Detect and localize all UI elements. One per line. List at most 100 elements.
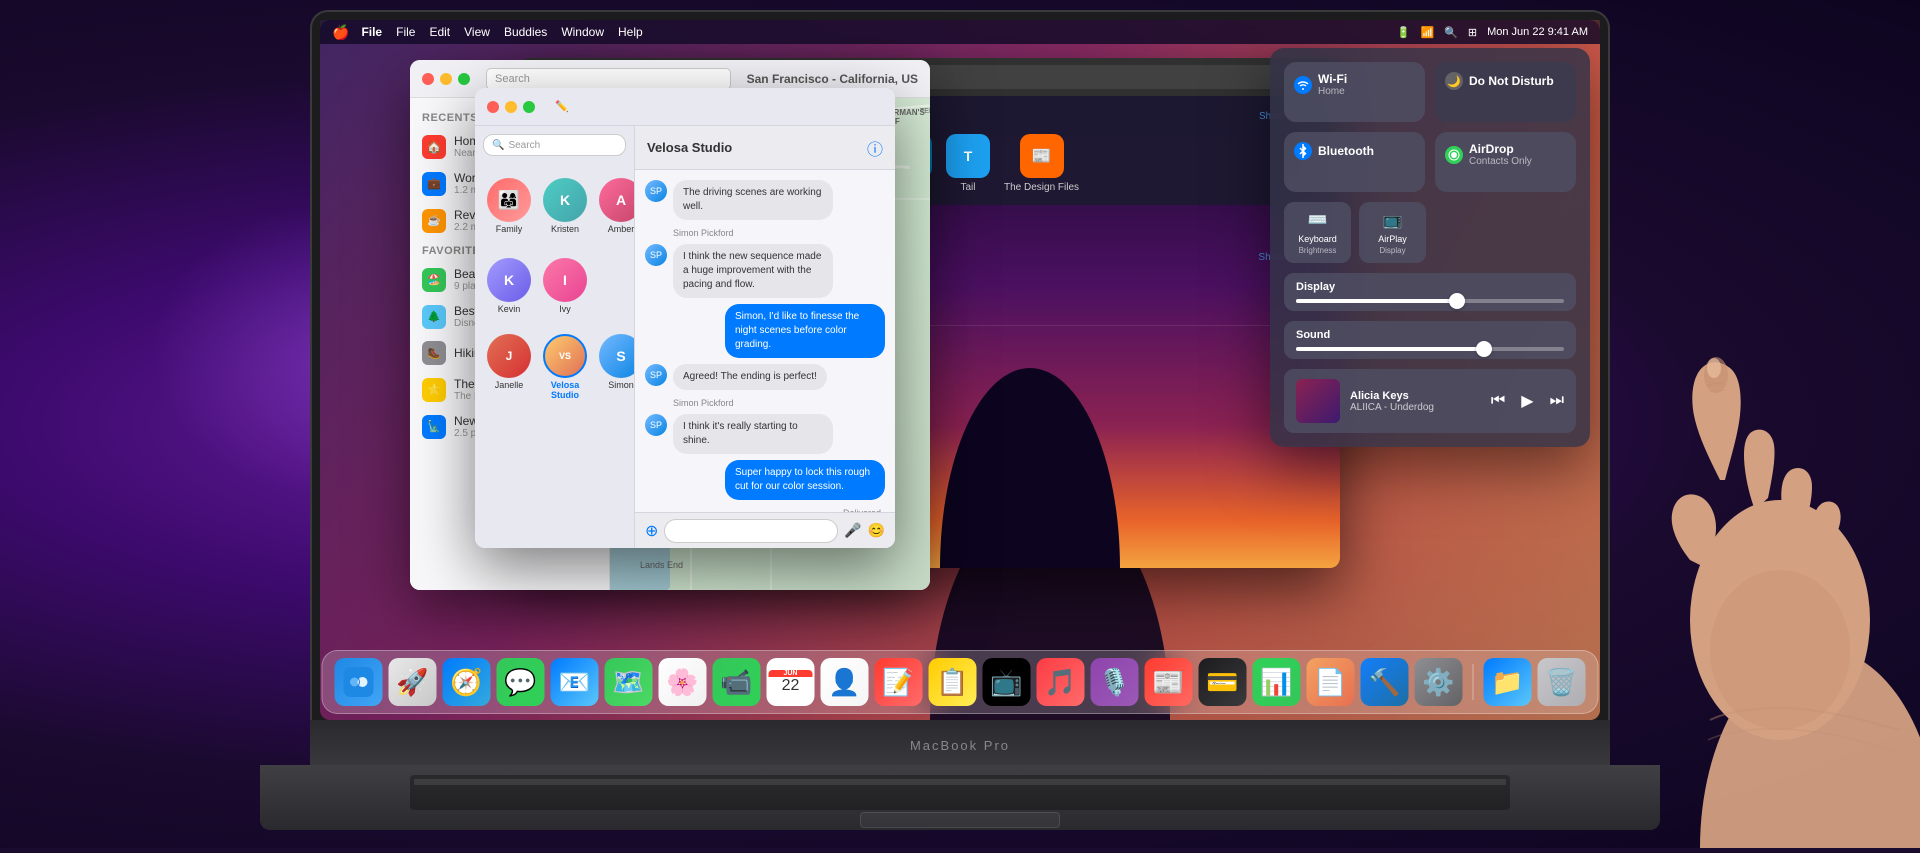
cc-play-button[interactable]: ▶ — [1521, 391, 1533, 411]
chat-msg-5: SP I think it's really starting to shine… — [645, 414, 885, 454]
contact-kristen[interactable]: K Kristen — [537, 172, 593, 240]
keyboard-keys — [410, 775, 1510, 789]
cc-display-thumb[interactable] — [1449, 293, 1465, 309]
key-row-1 — [414, 779, 1506, 785]
dock-wallet[interactable]: 💳 — [1199, 658, 1247, 706]
calendar-day: 22 — [782, 677, 800, 695]
dock-music[interactable]: 🎵 — [1037, 658, 1085, 706]
menu-view[interactable]: View — [464, 25, 490, 39]
screen-bezel: 🍎 File File Edit View Buddies Window Hel… — [310, 10, 1610, 730]
dock-pages[interactable]: 📄 — [1307, 658, 1355, 706]
chat-bubble-2: I think the new sequence made a huge imp… — [673, 244, 833, 298]
menu-messages[interactable]: File — [361, 25, 382, 39]
dock-safari[interactable]: 🧭 — [443, 658, 491, 706]
contact-simon[interactable]: S Simon — [593, 328, 635, 406]
chat-contact-name: Velosa Studio — [647, 140, 859, 155]
cc-display-label: Display — [1296, 281, 1564, 293]
messages-minimize[interactable] — [505, 101, 517, 113]
close-button[interactable] — [422, 73, 434, 85]
fav-design-files[interactable]: 📰 The Design Files — [1004, 134, 1079, 193]
messages-compose-icon[interactable]: ✏️ — [555, 100, 569, 113]
menu-edit[interactable]: Edit — [429, 25, 450, 39]
contact-janelle[interactable]: J Janelle — [481, 328, 537, 406]
cc-wifi-tile[interactable]: Wi-Fi Home — [1284, 62, 1425, 122]
chat-msg-4: SP Agreed! The ending is perfect! — [645, 364, 885, 390]
maps-search-bar[interactable]: Search — [486, 68, 731, 90]
cc-bluetooth-tile[interactable]: Bluetooth — [1284, 132, 1425, 192]
cc-now-playing: Alicia Keys ALIICA - Underdog ⏮ ▶ ⏭ — [1284, 369, 1576, 433]
dock-appletv[interactable]: 📺 — [983, 658, 1031, 706]
cc-dnd-icon: 🌙 — [1445, 72, 1463, 90]
dock-xcode[interactable]: 🔨 — [1361, 658, 1409, 706]
dock-mail[interactable]: 📧 — [551, 658, 599, 706]
cc-display-slider[interactable] — [1296, 299, 1564, 303]
dock-numbers[interactable]: 📊 — [1253, 658, 1301, 706]
menu-window[interactable]: Window — [561, 25, 604, 39]
cc-dnd-tile[interactable]: 🌙 Do Not Disturb — [1435, 62, 1576, 122]
control-center[interactable]: Wi-Fi Home 🌙 Do Not Disturb — [1270, 48, 1590, 447]
chat-info-button[interactable]: ⓘ — [867, 136, 883, 160]
search-icon[interactable]: 🔍 — [1444, 26, 1458, 39]
contacts-row-3: J Janelle VS Velosa Studio S Simon — [475, 324, 634, 410]
msg-avatar-2: SP — [645, 244, 667, 266]
maximize-button[interactable] — [458, 73, 470, 85]
contact-velosa[interactable]: VS Velosa Studio — [537, 328, 593, 406]
menu-help[interactable]: Help — [618, 25, 643, 39]
map-label-lands-end: Lands End — [640, 560, 683, 570]
apple-menu[interactable]: 🍎 — [332, 24, 349, 41]
cc-sound-thumb[interactable] — [1476, 341, 1492, 357]
cc-keyboard-brightness-tile[interactable]: ⌨️ Keyboard Brightness — [1284, 202, 1351, 263]
cc-next-button[interactable]: ⏭ — [1550, 392, 1564, 410]
contact-placeholder — [593, 252, 628, 320]
menubar-items: File File Edit View Buddies Window Help — [361, 25, 642, 39]
msg-sender-5: Simon Pickford — [645, 398, 885, 408]
dock-reminders[interactable]: 📝 — [875, 658, 923, 706]
dock-facetime[interactable]: 📹 — [713, 658, 761, 706]
contact-family[interactable]: 👨‍👩‍👧 Family — [481, 172, 537, 240]
trackpad[interactable] — [860, 812, 1060, 828]
control-center-icon[interactable]: ⊞ — [1468, 26, 1477, 39]
dock-trash[interactable]: 🗑️ — [1538, 658, 1586, 706]
maps-onething-icon: ⭐ — [422, 378, 446, 402]
menubar-right: 🔋 📶 🔍 ⊞ Mon Jun 22 9:41 AM — [1397, 26, 1588, 39]
minimize-button[interactable] — [440, 73, 452, 85]
messages-close[interactable] — [487, 101, 499, 113]
contact-ivy[interactable]: I ♥ Ivy — [537, 252, 593, 320]
dock-contacts[interactable]: 👤 — [821, 658, 869, 706]
cc-prev-button[interactable]: ⏮ — [1491, 392, 1505, 410]
cc-sound-slider[interactable] — [1296, 347, 1564, 351]
contact-kevin-avatar: K — [487, 258, 531, 302]
contact-amber[interactable]: A Amber — [593, 172, 635, 240]
menu-file[interactable]: File — [396, 25, 415, 39]
chat-input-field[interactable] — [664, 519, 838, 543]
dock-maps[interactable]: 🗺️ — [605, 658, 653, 706]
fav-tail[interactable]: T Tail — [946, 134, 990, 193]
dock-notes[interactable]: 📋 — [929, 658, 977, 706]
dock-podcasts[interactable]: 🎙️ — [1091, 658, 1139, 706]
chat-apps-icon[interactable]: ⊕ — [645, 521, 658, 541]
dock-finder[interactable] — [335, 658, 383, 706]
dock-calendar[interactable]: JUN 22 — [767, 658, 815, 706]
messages-search[interactable]: 🔍 Search — [483, 134, 626, 156]
messages-window[interactable]: ✏️ 🔍 Search 👨‍👩‍👧 Family — [475, 88, 895, 548]
menu-buddies[interactable]: Buddies — [504, 25, 547, 39]
dock-news[interactable]: 📰 — [1145, 658, 1193, 706]
dock-files[interactable]: 📁 — [1484, 658, 1532, 706]
contact-kevin[interactable]: K Kevin — [481, 252, 537, 320]
cc-airdrop-tile[interactable]: AirDrop Contacts Only — [1435, 132, 1576, 192]
chat-audio-icon[interactable]: 🎤 — [844, 522, 861, 539]
calendar-month: JUN — [769, 670, 813, 677]
messages-maximize[interactable] — [523, 101, 535, 113]
dock-photos[interactable]: 🌸 — [659, 658, 707, 706]
cc-airplay-tile[interactable]: 📺 AirPlay Display — [1359, 202, 1426, 263]
dock-messages[interactable]: 💬 — [497, 658, 545, 706]
ivy-badge: ♥ — [579, 258, 587, 266]
contact-janelle-avatar: J — [487, 334, 531, 378]
dock-launchpad[interactable]: 🚀 — [389, 658, 437, 706]
messages-traffic-lights — [487, 101, 535, 113]
chat-bubble-3: Simon, I'd like to finesse the night sce… — [725, 304, 885, 358]
contact-amber-avatar: A — [599, 178, 635, 222]
dock-system-prefs[interactable]: ⚙️ — [1415, 658, 1463, 706]
chat-bubble-1: The driving scenes are working well. — [673, 180, 833, 220]
chat-emoji-icon[interactable]: 😊 — [868, 522, 885, 539]
